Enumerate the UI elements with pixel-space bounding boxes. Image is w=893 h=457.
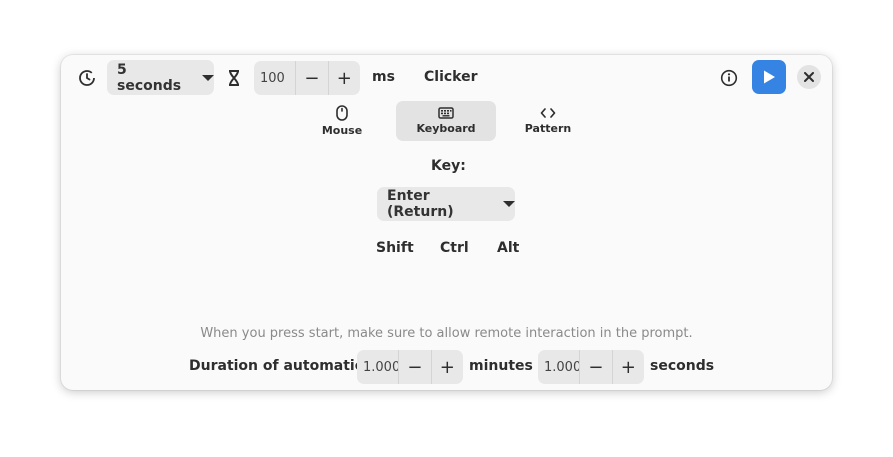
tab-pattern[interactable]: Pattern: [498, 101, 598, 141]
seconds-unit: seconds: [650, 358, 715, 374]
keyboard-icon: [438, 107, 454, 119]
tab-mouse-label: Mouse: [321, 124, 363, 137]
code-icon: [540, 108, 556, 118]
minutes-decrease-button[interactable]: −: [398, 350, 430, 384]
interval-decrease-button[interactable]: −: [295, 61, 327, 95]
hint-text: When you press start, make sure to allow…: [200, 326, 693, 341]
key-label: Key:: [431, 158, 466, 174]
timer-icon[interactable]: [70, 61, 104, 95]
interval-unit: ms: [372, 69, 395, 85]
chevron-down-icon: [503, 201, 515, 207]
alt-toggle[interactable]: Alt: [497, 240, 519, 256]
clicker-window: 5 seconds 100 − + ms Clicker Mouse Keybo…: [61, 55, 832, 390]
ctrl-toggle[interactable]: Ctrl: [440, 240, 469, 256]
mouse-icon: [336, 105, 348, 121]
close-button[interactable]: [797, 65, 821, 89]
info-icon[interactable]: [712, 61, 746, 95]
seconds-increase-button[interactable]: +: [611, 350, 644, 384]
duration-label: Duration of automation:: [189, 358, 380, 374]
tab-mouse[interactable]: Mouse: [292, 101, 392, 141]
seconds-decrease-button[interactable]: −: [579, 350, 611, 384]
key-dropdown-label: Enter (Return): [387, 188, 454, 220]
interval-increase-button[interactable]: +: [327, 61, 360, 95]
interval-spinbutton[interactable]: 100 − +: [254, 61, 360, 95]
hourglass-icon: [217, 61, 251, 95]
interval-input[interactable]: 100: [254, 61, 295, 95]
seconds-spinbutton[interactable]: 1.000 − +: [538, 350, 644, 384]
minutes-increase-button[interactable]: +: [430, 350, 463, 384]
delay-dropdown-label: 5 seconds: [117, 61, 182, 94]
chevron-down-icon: [202, 74, 214, 81]
window-title: Clicker: [424, 69, 478, 85]
play-icon: [764, 70, 775, 84]
start-button[interactable]: [752, 60, 786, 94]
minutes-spinbutton[interactable]: 1.000 − +: [357, 350, 463, 384]
shift-toggle[interactable]: Shift: [376, 240, 414, 256]
minutes-unit: minutes: [469, 358, 533, 374]
delay-dropdown[interactable]: 5 seconds: [107, 60, 214, 95]
tab-keyboard[interactable]: Keyboard: [396, 101, 496, 141]
minutes-input[interactable]: 1.000: [357, 350, 398, 384]
key-dropdown[interactable]: Enter (Return): [377, 187, 515, 221]
tab-pattern-label: Pattern: [524, 122, 572, 135]
close-icon: [804, 72, 814, 82]
seconds-input[interactable]: 1.000: [538, 350, 579, 384]
tab-keyboard-label: Keyboard: [416, 122, 476, 135]
